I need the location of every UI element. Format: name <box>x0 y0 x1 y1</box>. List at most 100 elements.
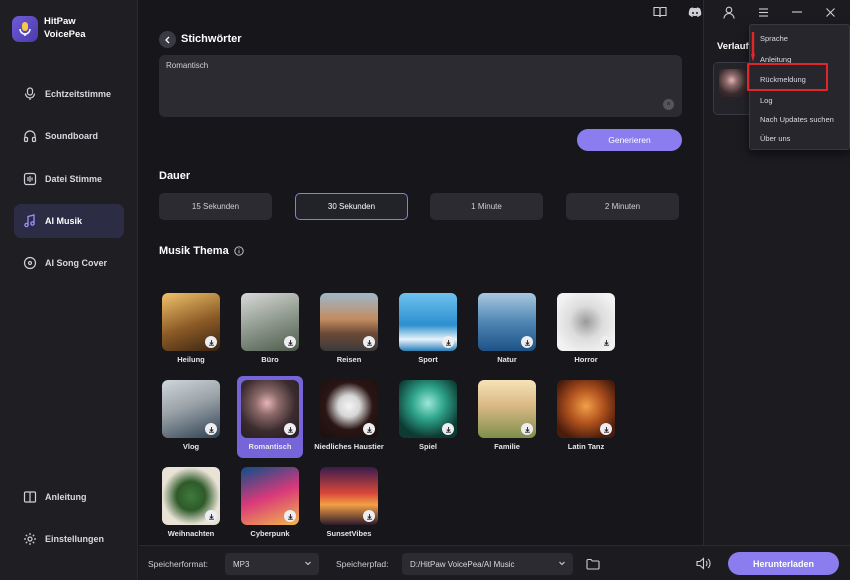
theme-card-latin-tanz[interactable]: Latin Tanz <box>553 376 619 458</box>
theme-label: Cyberpunk <box>250 529 290 538</box>
theme-thumbnail <box>478 293 536 351</box>
download-icon[interactable] <box>600 423 612 435</box>
sidebar-item-label: Echtzeitstimme <box>45 89 112 99</box>
theme-card-vlog[interactable]: Vlog <box>158 376 224 458</box>
theme-thumbnail <box>399 380 457 438</box>
history-thumbnail <box>719 69 747 97</box>
bottom-bar: Speicherformat: MP3 Speicherpfad: D:/Hit… <box>139 545 850 580</box>
book-icon <box>22 489 38 505</box>
keyword-input-value: Romantisch <box>166 61 209 70</box>
clear-icon[interactable]: × <box>663 99 674 110</box>
sidebar-item-label: Datei Stimme <box>45 174 103 184</box>
path-select[interactable]: D:/HitPaw VoicePea/AI Music <box>402 553 573 575</box>
file-audio-icon <box>22 171 38 187</box>
duration-option-2m[interactable]: 2 Minuten <box>566 193 679 220</box>
arrow-down-icon <box>751 32 755 62</box>
folder-icon[interactable] <box>586 557 600 575</box>
theme-label: Sport <box>418 355 438 364</box>
duration-option-30s[interactable]: 30 Sekunden <box>295 193 408 220</box>
close-icon[interactable] <box>822 4 838 20</box>
minimize-icon[interactable] <box>789 4 805 20</box>
sidebar-item-ai-musik[interactable]: AI Musik <box>14 204 124 238</box>
theme-card-sport[interactable]: Sport <box>395 289 461 371</box>
theme-card-weihnachten[interactable]: Weihnachten <box>158 463 224 545</box>
theme-card-horror[interactable]: Horror <box>553 289 619 371</box>
sidebar-item-echtzeitstimme[interactable]: Echtzeitstimme <box>14 77 124 111</box>
theme-card-buero[interactable]: Büro <box>237 289 303 371</box>
download-icon[interactable] <box>363 423 375 435</box>
download-icon[interactable] <box>284 510 296 522</box>
download-icon[interactable] <box>284 336 296 348</box>
duration-title: Dauer <box>159 170 191 182</box>
path-value: D:/HitPaw VoicePea/AI Music <box>410 559 515 569</box>
download-icon[interactable] <box>442 336 454 348</box>
microphone-icon <box>22 86 38 102</box>
main-content: Stichwörter Romantisch × Generieren Daue… <box>139 0 702 545</box>
theme-label: Romantisch <box>248 442 292 451</box>
theme-card-cyberpunk[interactable]: Cyberpunk <box>237 463 303 545</box>
theme-card-romantisch[interactable]: Romantisch <box>237 376 303 458</box>
format-label: Speicherformat: <box>148 559 208 569</box>
download-icon[interactable] <box>205 336 217 348</box>
theme-card-heilung[interactable]: Heilung <box>158 289 224 371</box>
theme-card-niedliches-haustier[interactable]: Niedliches Haustier <box>314 376 384 458</box>
duration-option-15s[interactable]: 15 Sekunden <box>159 193 272 220</box>
menu-item-log[interactable]: Log <box>760 96 773 105</box>
user-account-icon[interactable] <box>721 4 737 20</box>
theme-thumbnail <box>557 380 615 438</box>
download-icon[interactable] <box>521 336 533 348</box>
volume-icon[interactable] <box>696 557 711 575</box>
download-icon[interactable] <box>363 336 375 348</box>
format-select[interactable]: MP3 <box>225 553 319 575</box>
theme-thumbnail <box>320 467 378 525</box>
sidebar-item-anleitung[interactable]: Anleitung <box>14 480 124 514</box>
download-icon[interactable] <box>600 336 612 348</box>
download-button[interactable]: Herunterladen <box>728 552 839 575</box>
theme-label: Heilung <box>177 355 205 364</box>
sidebar-item-label: Einstellungen <box>45 534 105 544</box>
download-icon[interactable] <box>205 510 217 522</box>
theme-card-spiel[interactable]: Spiel <box>395 376 461 458</box>
theme-card-reisen[interactable]: Reisen <box>316 289 382 371</box>
menu-item-sprache[interactable]: Sprache <box>760 34 788 43</box>
theme-label: Niedliches Haustier <box>314 442 384 451</box>
page-title: Stichwörter <box>181 33 242 45</box>
download-icon[interactable] <box>521 423 533 435</box>
keyword-input[interactable]: Romantisch × <box>159 55 682 117</box>
guide-book-icon[interactable] <box>652 4 668 20</box>
theme-card-sunsetvibes[interactable]: SunsetVibes <box>316 463 382 545</box>
app-name-line1: HitPaw <box>44 16 76 27</box>
theme-label: Büro <box>261 355 279 364</box>
menu-item-updates[interactable]: Nach Updates suchen <box>760 115 834 124</box>
theme-label: Spiel <box>419 442 437 451</box>
sidebar-item-label: AI Musik <box>45 216 83 226</box>
info-icon[interactable] <box>234 246 244 256</box>
vinyl-icon <box>22 255 38 271</box>
sidebar-item-soundboard[interactable]: Soundboard <box>14 119 124 153</box>
generate-button[interactable]: Generieren <box>577 129 682 151</box>
duration-option-1m[interactable]: 1 Minute <box>430 193 543 220</box>
download-icon[interactable] <box>442 423 454 435</box>
discord-icon[interactable] <box>687 4 703 20</box>
sidebar-item-ai-song-cover[interactable]: AI Song Cover <box>14 246 124 280</box>
theme-thumbnail <box>241 380 299 438</box>
theme-thumbnail <box>320 293 378 351</box>
download-icon[interactable] <box>284 423 296 435</box>
theme-label: Weihnachten <box>167 529 215 538</box>
menu-icon[interactable] <box>755 4 771 20</box>
app-logo-icon <box>12 16 38 42</box>
headphones-icon <box>22 128 38 144</box>
sidebar-item-datei-stimme[interactable]: Datei Stimme <box>14 162 124 196</box>
theme-card-familie[interactable]: Familie <box>474 376 540 458</box>
theme-label: Reisen <box>336 355 362 364</box>
theme-label: Vlog <box>182 442 200 451</box>
download-icon[interactable] <box>205 423 217 435</box>
theme-thumbnail <box>162 380 220 438</box>
menu-item-ueber-uns[interactable]: Über uns <box>760 134 790 143</box>
theme-thumbnail <box>241 467 299 525</box>
sidebar-item-einstellungen[interactable]: Einstellungen <box>14 522 124 556</box>
theme-card-natur[interactable]: Natur <box>474 289 540 371</box>
download-icon[interactable] <box>363 510 375 522</box>
chevron-down-icon <box>305 561 311 566</box>
back-button[interactable] <box>159 31 176 48</box>
